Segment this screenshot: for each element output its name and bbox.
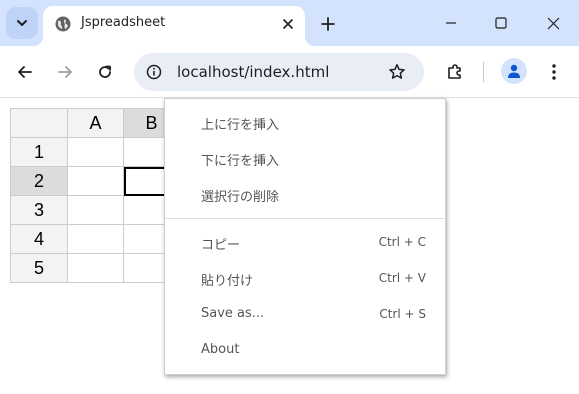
column-header-a[interactable]: A: [67, 108, 124, 138]
row-header-1[interactable]: 1: [10, 137, 68, 167]
menu-item-label: Save as...: [201, 306, 265, 321]
browser-toolbar: localhost/index.html: [0, 46, 579, 98]
menu-item-save-as[interactable]: Save as... Ctrl + S: [165, 299, 445, 329]
more-vert-icon: [552, 64, 556, 80]
bookmark-button[interactable]: [387, 62, 407, 82]
row-header-2[interactable]: 2: [10, 166, 68, 196]
site-info-button[interactable]: [145, 63, 163, 81]
menu-item-shortcut: Ctrl + C: [378, 235, 426, 249]
tab-search-button[interactable]: [6, 7, 38, 39]
forward-button[interactable]: [51, 58, 79, 86]
menu-item-label: 選択行の削除: [201, 190, 280, 205]
cell-a5[interactable]: [67, 253, 124, 283]
row-header-3[interactable]: 3: [10, 195, 68, 225]
menu-item-paste[interactable]: 貼り付け Ctrl + V: [165, 263, 445, 293]
menu-item-insert-row-below[interactable]: 下に行を挿入: [165, 143, 445, 173]
arrow-left-icon: [18, 66, 32, 78]
menu-item-label: コピー: [201, 238, 241, 253]
cell-a3[interactable]: [67, 195, 124, 225]
toolbar-divider: [483, 62, 484, 82]
reload-icon: [99, 65, 111, 78]
minimize-icon: [446, 22, 456, 24]
menu-separator: [165, 218, 445, 219]
maximize-icon: [495, 17, 507, 29]
arrow-right-icon: [58, 66, 72, 78]
browser-title-bar: Jspreadsheet: [0, 0, 579, 46]
spreadsheet: A B 1 2 3 4 5: [10, 108, 180, 283]
menu-item-copy[interactable]: コピー Ctrl + C: [165, 227, 445, 257]
tab-title: Jspreadsheet: [81, 15, 166, 30]
close-icon: [547, 17, 559, 29]
menu-item-shortcut: Ctrl + S: [379, 307, 426, 321]
plus-icon: [321, 17, 335, 31]
menu-item-insert-row-above[interactable]: 上に行を挿入: [165, 107, 445, 137]
context-menu: 上に行を挿入 下に行を挿入 選択行の削除 コピー Ctrl + C 貼り付け C…: [164, 98, 446, 375]
star-icon: [389, 64, 405, 79]
person-icon: [508, 64, 520, 78]
menu-item-label: 貼り付け: [201, 274, 254, 289]
menu-item-delete-rows[interactable]: 選択行の削除: [165, 179, 445, 209]
corner-header[interactable]: [10, 108, 68, 138]
reload-button[interactable]: [91, 58, 119, 86]
menu-item-label: 上に行を挿入: [201, 118, 280, 133]
maximize-button[interactable]: [479, 8, 523, 38]
menu-item-label: 下に行を挿入: [201, 154, 280, 169]
cell-a4[interactable]: [67, 224, 124, 254]
row-header-4[interactable]: 4: [10, 224, 68, 254]
url-text[interactable]: localhost/index.html: [177, 63, 329, 81]
menu-button[interactable]: [540, 58, 568, 86]
minimize-button[interactable]: [429, 8, 473, 38]
row-header-5[interactable]: 5: [10, 253, 68, 283]
profile-button[interactable]: [501, 58, 527, 84]
close-icon: [283, 19, 293, 29]
tab-close-button[interactable]: [279, 15, 297, 33]
menu-item-about[interactable]: About: [165, 335, 445, 365]
globe-icon: [55, 16, 71, 32]
menu-item-shortcut: Ctrl + V: [378, 271, 426, 285]
puzzle-icon: [448, 64, 461, 79]
new-tab-button[interactable]: [316, 12, 340, 36]
cell-a2[interactable]: [67, 166, 124, 196]
cell-a1[interactable]: [67, 137, 124, 167]
back-button[interactable]: [11, 58, 39, 86]
menu-item-label: About: [201, 342, 240, 357]
chevron-down-icon: [17, 20, 27, 26]
close-window-button[interactable]: [531, 8, 575, 38]
browser-tab[interactable]: Jspreadsheet: [33, 6, 315, 46]
address-bar[interactable]: localhost/index.html: [134, 53, 424, 91]
extensions-button[interactable]: [441, 58, 469, 86]
info-icon: [146, 64, 162, 80]
